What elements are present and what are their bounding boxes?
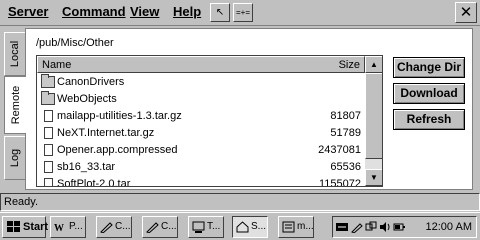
terminal-icon: [192, 221, 205, 233]
file-name: Opener.app.compressed: [57, 144, 178, 156]
file-icon: [44, 127, 53, 139]
task-label: C...: [115, 221, 131, 232]
file-size: 81807: [330, 110, 361, 122]
tab-remote-label: Remote: [9, 85, 22, 125]
app-icon: [282, 221, 295, 233]
status-bar: Ready.: [0, 193, 480, 211]
current-path: /pub/Misc/Other: [36, 37, 114, 49]
taskbar-item-word[interactable]: W P...: [50, 216, 86, 238]
change-dir-button[interactable]: Change Dir: [393, 57, 465, 78]
file-icon: [44, 144, 53, 156]
menu-view[interactable]: View: [130, 4, 159, 19]
house-icon: [236, 221, 249, 233]
taskbar-item-active[interactable]: S...: [232, 216, 268, 238]
arrow-up-icon: ▲: [370, 60, 378, 69]
connect-button[interactable]: =+=: [233, 3, 253, 22]
taskbar: Start W P... C... C... T... S... m... 12…: [0, 212, 480, 240]
file-icon: [44, 110, 53, 122]
vertical-scrollbar[interactable]: ▲ ▼: [365, 56, 382, 186]
pen-icon: [146, 222, 159, 233]
tab-log[interactable]: Log: [4, 136, 26, 180]
task-label: S...: [251, 221, 267, 232]
connect-icon: =+=: [235, 8, 250, 17]
list-item[interactable]: CanonDrivers: [37, 74, 365, 91]
system-tray: 12:00 AM: [332, 216, 477, 238]
menu-server[interactable]: Server: [8, 4, 48, 19]
file-size: 51789: [330, 127, 361, 139]
file-size: 2437081: [318, 144, 361, 156]
task-label: C...: [161, 221, 177, 232]
taskbar-item-terminal[interactable]: T...: [188, 216, 224, 238]
column-header-size[interactable]: Size: [339, 59, 360, 71]
file-name: sb16_33.tar: [57, 161, 116, 173]
disconnect-button[interactable]: ↖: [210, 3, 230, 22]
file-name: CanonDrivers: [57, 76, 125, 88]
menu-help[interactable]: Help: [173, 4, 201, 19]
start-button[interactable]: Start: [2, 216, 49, 238]
battery-icon[interactable]: [393, 221, 405, 233]
file-size: 1155072: [318, 178, 361, 187]
list-item[interactable]: SoftPlot-2.0.tar 1155072: [37, 176, 365, 187]
scroll-thumb[interactable]: [365, 73, 382, 159]
column-header-name[interactable]: Name: [42, 59, 71, 71]
word-icon: W: [54, 223, 64, 233]
taskbar-item-pen-2[interactable]: C...: [142, 216, 178, 238]
taskbar-item-app[interactable]: m...: [278, 216, 314, 238]
list-item[interactable]: mailapp-utilities-1.3.tar.gz 81807: [37, 108, 365, 125]
folder-icon: [41, 74, 55, 88]
tab-remote[interactable]: Remote: [4, 76, 26, 134]
remote-panel: /pub/Misc/Other Name Size CanonDrivers W…: [25, 28, 473, 190]
close-button[interactable]: ✕: [455, 2, 477, 23]
scroll-down-button[interactable]: ▼: [365, 169, 382, 186]
download-button[interactable]: Download: [393, 83, 465, 104]
menu-command[interactable]: Command: [62, 4, 126, 19]
close-icon: ✕: [459, 4, 473, 21]
file-icon: [44, 161, 53, 173]
task-label: T...: [207, 221, 221, 232]
file-name: mailapp-utilities-1.3.tar.gz: [57, 110, 182, 122]
list-item[interactable]: NeXT.Internet.tar.gz 51789: [37, 125, 365, 142]
svg-text:W: W: [54, 223, 64, 233]
network-icon[interactable]: [365, 221, 377, 233]
tab-local[interactable]: Local: [4, 32, 26, 76]
windows-flag-icon: [7, 221, 20, 232]
taskbar-item-pen-1[interactable]: C...: [96, 216, 132, 238]
list-item[interactable]: WebObjects: [37, 91, 365, 108]
arrow-down-icon: ▼: [370, 173, 378, 182]
file-name: WebObjects: [57, 93, 117, 105]
file-list[interactable]: Name Size CanonDrivers WebObjects mailap…: [36, 55, 383, 187]
speaker-icon[interactable]: [379, 221, 391, 233]
task-label: P...: [69, 221, 83, 232]
start-label: Start: [23, 221, 49, 233]
sync-icon[interactable]: [336, 221, 348, 233]
list-item[interactable]: sb16_33.tar 65536: [37, 159, 365, 176]
clock[interactable]: 12:00 AM: [426, 221, 472, 233]
file-size: 65536: [330, 161, 361, 173]
folder-icon: [41, 91, 55, 105]
disconnect-icon: ↖: [215, 7, 225, 18]
list-item[interactable]: Opener.app.compressed 2437081: [37, 142, 365, 159]
pen-tray-icon[interactable]: [351, 221, 363, 233]
file-rows: CanonDrivers WebObjects mailapp-utilitie…: [37, 74, 365, 187]
task-label: m...: [297, 221, 314, 232]
list-header: Name Size: [37, 56, 365, 73]
pen-icon: [100, 222, 113, 233]
file-icon: [44, 178, 53, 186]
file-name: NeXT.Internet.tar.gz: [57, 127, 155, 139]
status-text: Ready.: [4, 196, 39, 208]
menu-bar: Server Command View Help ↖ =+= ✕: [0, 0, 480, 26]
scroll-up-button[interactable]: ▲: [365, 56, 382, 73]
file-name: SoftPlot-2.0.tar: [57, 178, 131, 187]
refresh-button[interactable]: Refresh: [393, 109, 465, 130]
tab-log-label: Log: [9, 148, 21, 168]
tab-local-label: Local: [9, 40, 21, 68]
